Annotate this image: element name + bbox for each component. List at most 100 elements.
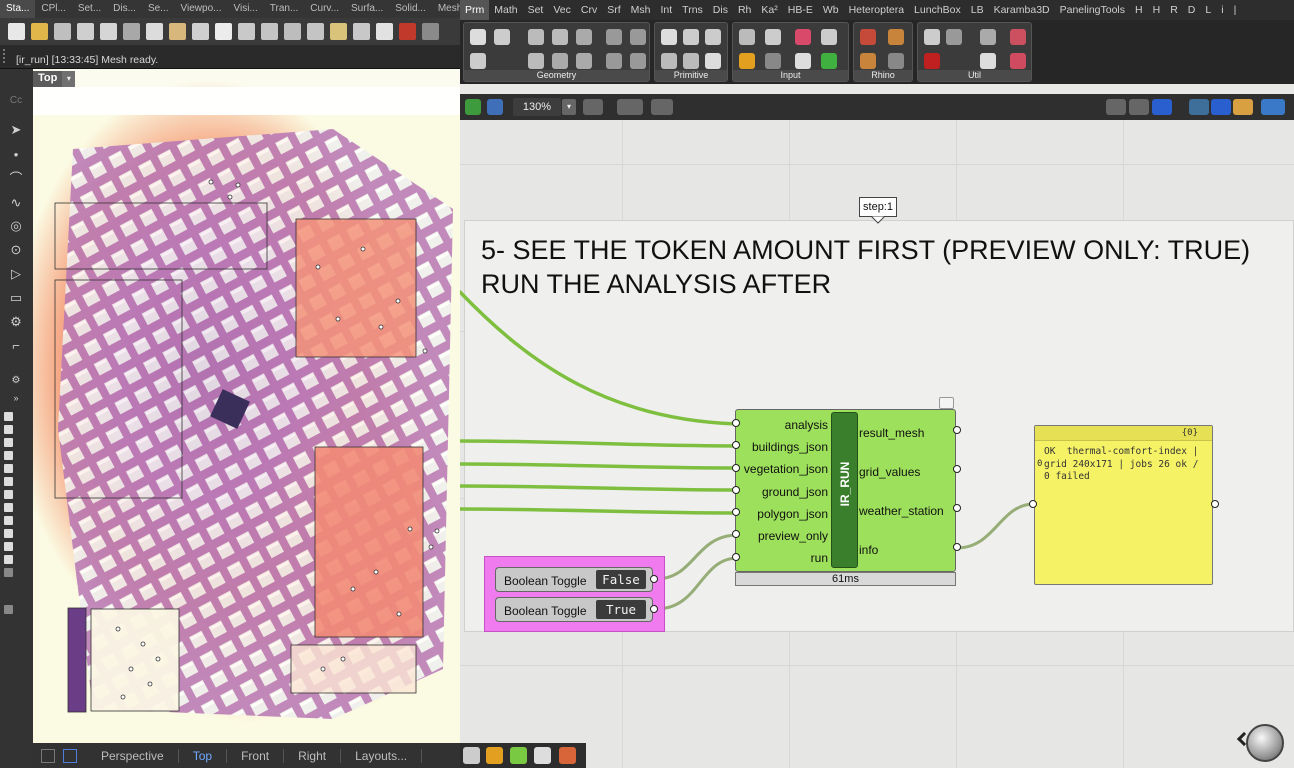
polygon-icon[interactable]: ▷ bbox=[7, 265, 25, 283]
save-icon[interactable] bbox=[487, 99, 503, 115]
layers-icon[interactable] bbox=[510, 747, 527, 764]
gh-tab-d[interactable]: D bbox=[1183, 0, 1201, 20]
toggle-value[interactable]: True bbox=[596, 600, 646, 619]
boolean-toggle-run[interactable]: Boolean Toggle True bbox=[495, 597, 653, 622]
templates-icon[interactable] bbox=[100, 23, 117, 40]
field-param-icon[interactable] bbox=[630, 53, 646, 69]
component-comment-icon[interactable] bbox=[939, 397, 954, 409]
single-view-icon[interactable] bbox=[63, 748, 77, 763]
gh-tab-h1[interactable]: H bbox=[1130, 0, 1148, 20]
scribble-icon[interactable] bbox=[924, 29, 940, 45]
gh-tab-l[interactable]: L bbox=[1200, 0, 1216, 20]
circle-icon[interactable]: ◎ bbox=[7, 217, 25, 235]
light-icon[interactable] bbox=[422, 23, 439, 40]
cut-icon[interactable] bbox=[123, 23, 140, 40]
save-icon[interactable] bbox=[54, 23, 71, 40]
canvas-navigation-widget[interactable] bbox=[1246, 724, 1284, 762]
input-port-ground[interactable] bbox=[732, 486, 740, 494]
selected-preview-icon[interactable] bbox=[1211, 99, 1231, 115]
osnap-checkbox[interactable] bbox=[4, 412, 13, 421]
rectangle-icon[interactable]: ▭ bbox=[7, 289, 25, 307]
display-icon[interactable] bbox=[559, 747, 576, 764]
ellipse-icon[interactable]: ⊙ bbox=[7, 241, 25, 259]
geometry-param-icon[interactable] bbox=[470, 29, 486, 45]
gh-tab-sets[interactable]: Set bbox=[523, 0, 549, 20]
input-port-polygon[interactable] bbox=[732, 508, 740, 516]
arrow-right-icon[interactable] bbox=[980, 53, 996, 69]
number-slider-icon[interactable] bbox=[463, 747, 480, 764]
grid-view-icon[interactable] bbox=[41, 748, 55, 763]
disable-osnap-checkbox[interactable] bbox=[4, 605, 13, 614]
tab-top[interactable]: Top bbox=[179, 748, 228, 763]
gear-icon[interactable]: ⚙ bbox=[7, 313, 25, 331]
gh-tab-display[interactable]: Dis bbox=[708, 0, 733, 20]
flask-icon[interactable] bbox=[1010, 53, 1026, 69]
output-port-grid-values[interactable] bbox=[953, 465, 961, 473]
rhino-tab-curve-tools[interactable]: Curv... bbox=[304, 0, 345, 18]
relay-icon[interactable] bbox=[980, 29, 996, 45]
osnap-checkbox[interactable] bbox=[4, 529, 13, 538]
panel-input-port[interactable] bbox=[1029, 500, 1037, 508]
zoom-extents-icon[interactable] bbox=[583, 99, 603, 115]
rhino-tab-visibility[interactable]: Visi... bbox=[227, 0, 263, 18]
solver-icon[interactable] bbox=[1261, 99, 1285, 115]
zoom-level-field[interactable]: 130% bbox=[513, 98, 561, 116]
circle-param-icon[interactable] bbox=[528, 29, 544, 45]
boolean-param-icon[interactable] bbox=[661, 29, 677, 45]
zoom-window-icon[interactable] bbox=[284, 23, 301, 40]
text-param-icon[interactable] bbox=[705, 53, 721, 69]
viewport-name-button[interactable]: Top bbox=[33, 71, 63, 87]
drag-handle-icon[interactable] bbox=[3, 49, 11, 63]
gh-tab-intersect[interactable]: Int bbox=[655, 0, 677, 20]
cherry-icon[interactable] bbox=[924, 53, 940, 69]
point-param-icon[interactable] bbox=[576, 53, 592, 69]
graph-mapper-icon[interactable] bbox=[739, 53, 755, 69]
image-sampler-icon[interactable] bbox=[946, 29, 962, 45]
sketch-icon[interactable] bbox=[651, 99, 673, 115]
surface-param-icon[interactable] bbox=[576, 29, 592, 45]
rotate-view-icon[interactable] bbox=[353, 23, 370, 40]
input-port-preview-only[interactable] bbox=[732, 530, 740, 538]
time-param-icon[interactable] bbox=[683, 53, 699, 69]
zoom-extents-icon[interactable] bbox=[307, 23, 324, 40]
waffle-icon[interactable] bbox=[888, 29, 904, 45]
button-icon[interactable] bbox=[821, 29, 837, 45]
tab-front[interactable]: Front bbox=[227, 748, 285, 763]
gh-tab-i[interactable]: i bbox=[1216, 0, 1228, 20]
gh-tab-lunchbox[interactable]: LunchBox bbox=[909, 0, 966, 20]
gh-tab-more[interactable]: | bbox=[1229, 0, 1242, 20]
group-param-icon[interactable] bbox=[606, 53, 622, 69]
expand-chevron-icon[interactable]: » bbox=[7, 389, 25, 407]
path-param-icon[interactable] bbox=[661, 53, 677, 69]
gh-tab-curve[interactable]: Crv bbox=[576, 0, 602, 20]
boolean-toggle-preview[interactable]: Boolean Toggle False bbox=[495, 567, 653, 592]
osnap-checkbox[interactable] bbox=[4, 555, 13, 564]
gh-tab-params[interactable]: Prm bbox=[460, 0, 490, 20]
rhino-tab-solid-tools[interactable]: Solid... bbox=[389, 0, 432, 18]
rhino-tab-standard[interactable]: Sta... bbox=[0, 0, 36, 18]
gh-tab-rhino[interactable]: Rh bbox=[733, 0, 756, 20]
close-icon[interactable] bbox=[470, 53, 486, 69]
preview-eye-icon[interactable] bbox=[617, 99, 643, 115]
rhino-tab-display[interactable]: Dis... bbox=[107, 0, 142, 18]
paste-icon[interactable] bbox=[169, 23, 186, 40]
tab-perspective[interactable]: Perspective bbox=[87, 748, 179, 763]
select-arrow-icon[interactable]: ➤ bbox=[7, 121, 25, 139]
settings-gear-icon[interactable]: ⚙ bbox=[7, 372, 25, 390]
output-port-result-mesh[interactable] bbox=[953, 426, 961, 434]
wireframe-preview-icon[interactable] bbox=[1129, 99, 1149, 115]
toggle-value[interactable]: False bbox=[596, 570, 646, 589]
curve-param-icon[interactable] bbox=[494, 29, 510, 45]
pan-hand-icon[interactable] bbox=[215, 23, 232, 40]
ir-run-component[interactable]: analysis buildings_json vegetation_json … bbox=[735, 409, 956, 572]
value-list-icon[interactable] bbox=[795, 53, 811, 69]
chevron-down-icon[interactable]: ▾ bbox=[62, 71, 76, 87]
graph-icon[interactable] bbox=[486, 747, 503, 764]
gh-tab-vector[interactable]: Vec bbox=[548, 0, 576, 20]
import-icon[interactable] bbox=[739, 29, 755, 45]
zoom-icon[interactable] bbox=[261, 23, 278, 40]
integer-param-icon[interactable] bbox=[705, 29, 721, 45]
baking-icon[interactable] bbox=[860, 29, 876, 45]
input-port-analysis[interactable] bbox=[732, 419, 740, 427]
top-viewport[interactable]: Top ▾ bbox=[33, 69, 460, 743]
